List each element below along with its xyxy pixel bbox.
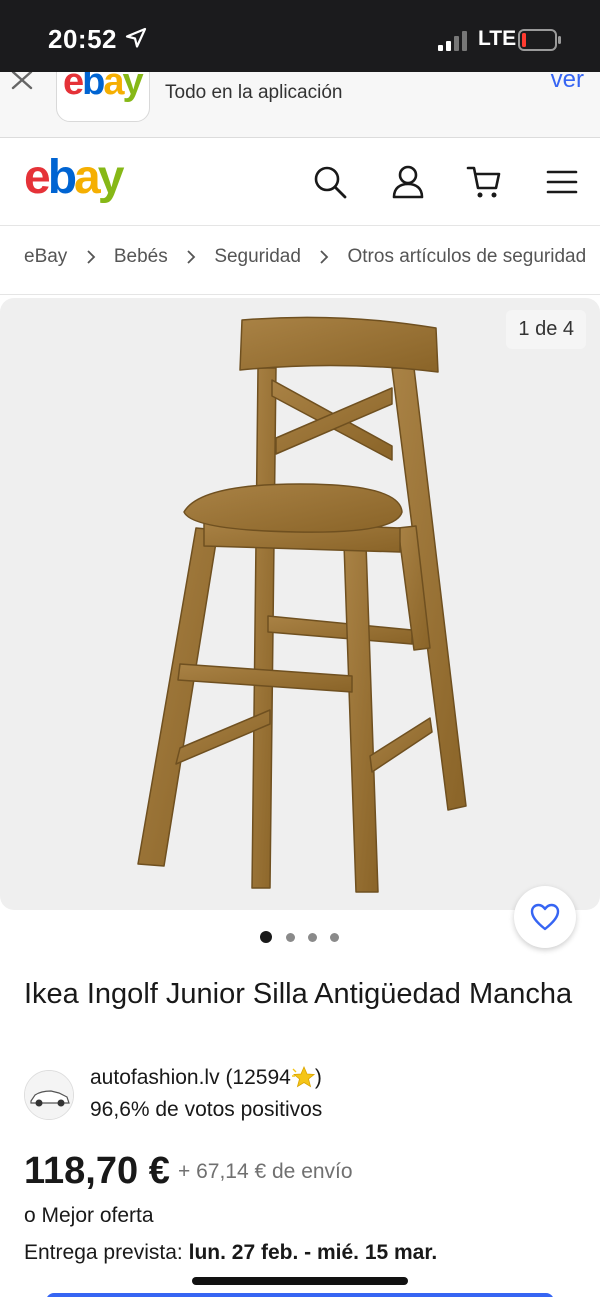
banner-text: Todo en la aplicación <box>165 82 343 103</box>
signal-icon <box>438 31 467 51</box>
home-indicator[interactable] <box>192 1277 408 1285</box>
ebay-logo[interactable]: ebay <box>24 154 124 202</box>
cart-icon[interactable] <box>466 164 502 200</box>
breadcrumb: eBay Bebés Seguridad Otros artículos de … <box>24 246 594 274</box>
breadcrumb-item[interactable]: Otros artículos de seguridad <box>348 246 587 268</box>
buy-button[interactable] <box>46 1293 554 1297</box>
pagination-dot[interactable] <box>330 933 339 942</box>
close-icon[interactable] <box>10 72 36 94</box>
breadcrumb-item[interactable]: eBay <box>24 246 67 268</box>
seller-name[interactable]: autofashion.lv <box>90 1066 220 1089</box>
user-icon[interactable] <box>390 164 426 200</box>
status-bar: 20:52 LTE <box>0 0 600 76</box>
star-icon <box>291 1066 315 1088</box>
status-time: 20:52 <box>48 24 117 54</box>
location-arrow-icon <box>125 27 147 48</box>
search-icon[interactable] <box>312 164 348 200</box>
pagination-dot[interactable] <box>308 933 317 942</box>
delivery-dates: lun. 27 feb. - mié. 15 mar. <box>188 1241 438 1264</box>
seller-avatar[interactable] <box>24 1070 74 1120</box>
divider <box>0 294 600 295</box>
chevron-right-icon <box>86 250 95 264</box>
pagination-dot[interactable] <box>260 931 272 943</box>
app-icon[interactable]: ebay <box>56 72 150 122</box>
breadcrumb-item[interactable]: Seguridad <box>214 246 301 268</box>
price: 118,70 € <box>24 1150 170 1192</box>
seller-score: (12594 <box>225 1066 291 1089</box>
seller-feedback: 96,6% de votos positivos <box>90 1098 323 1121</box>
image-counter: 1 de 4 <box>506 310 586 349</box>
network-label: LTE <box>478 27 517 50</box>
delivery-estimate: Entrega prevista: lun. 27 feb. - mié. 15… <box>24 1241 437 1265</box>
best-offer-label: o Mejor oferta <box>24 1204 154 1227</box>
car-avatar-image <box>25 1071 73 1119</box>
seller-score-close: ) <box>314 1066 322 1089</box>
product-title: Ikea Ingolf Junior Silla Antigüedad Manc… <box>24 978 573 1010</box>
product-image <box>137 316 467 893</box>
open-app-link[interactable]: ver <box>551 72 584 94</box>
menu-icon[interactable] <box>544 164 580 200</box>
battery-icon <box>518 29 561 51</box>
site-header: ebay <box>0 138 600 226</box>
breadcrumb-item[interactable]: Bebés <box>114 246 168 268</box>
pagination-dot[interactable] <box>286 933 295 942</box>
shipping-cost: + 67,14 € de envío <box>178 1160 353 1183</box>
app-banner[interactable]: ebay Todo en la aplicación ver <box>0 72 600 138</box>
chevron-right-icon <box>187 250 196 264</box>
watch-button[interactable] <box>514 886 576 948</box>
seller-info[interactable]: autofashion.lv (12594 ) <box>90 1066 322 1090</box>
heart-icon <box>530 903 560 931</box>
ebay-app-logo: ebay <box>63 72 144 103</box>
delivery-label: Entrega prevista: <box>24 1241 183 1264</box>
chevron-right-icon <box>320 250 329 264</box>
product-image-gallery[interactable]: 1 de 4 <box>0 298 600 910</box>
